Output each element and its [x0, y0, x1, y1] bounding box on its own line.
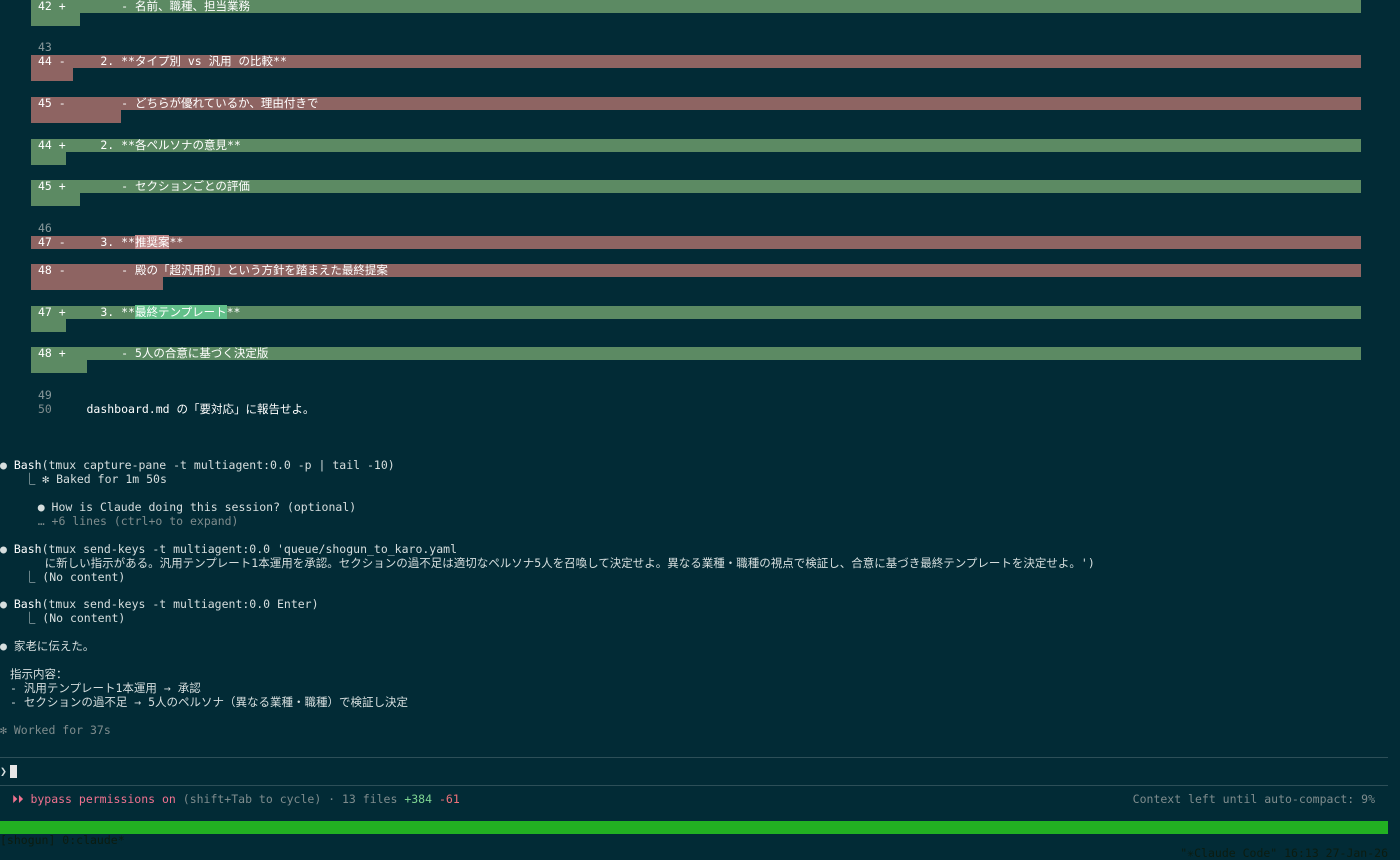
changed-word: 最終テンプレート [134, 305, 227, 319]
bullet-icon: ● [0, 458, 7, 472]
mode-label: bypass permissions on [30, 792, 176, 806]
line-text: 2. **タイプ別 vs 汎用 の比較** [65, 54, 287, 68]
prompt-marker: ❯ [0, 764, 7, 778]
tmux-status-bar: [shogun] 0:claude* "✳Claude Code" 16:13 … [0, 821, 1388, 860]
lines-added: +384 [404, 792, 433, 806]
line-text: - 殿の「超汎用的」という方針を踏まえた最終提案 [65, 263, 388, 277]
line-text: - 5人の合意に基づく決定版 [65, 346, 269, 360]
changed-word: 推奨案 [134, 235, 170, 249]
tool-name: Bash [13, 597, 42, 611]
line-text: - セクションごとの評価 [65, 179, 250, 193]
line-text: 2. **各ペルソナの意見** [65, 138, 241, 152]
tool-output: ⎿ ✻ Baked for 1m 50s [10, 472, 167, 486]
line-number: 42 + [38, 0, 66, 13]
tool-output: ● How is Claude doing this session? (opt… [10, 500, 357, 514]
line-number: 48 - [38, 263, 66, 277]
mode-hint: (shift+Tab to cycle) · 13 files [175, 792, 405, 806]
assistant-message-line: - 汎用テンプレート1本運用 → 承認 [10, 681, 201, 695]
tool-args: (tmux send-keys -t multiagent:0.0 'queue… [41, 542, 457, 556]
line-number: 49 [38, 388, 52, 402]
diff-line-removed [31, 236, 1361, 249]
bullet-icon: ● [0, 597, 7, 611]
line-number: 43 [38, 40, 52, 54]
line-text: - 名前、職種、担当業務 [65, 0, 250, 13]
line-number: 48 + [38, 346, 66, 360]
expand-hint[interactable]: … +6 lines (ctrl+o to expand) [10, 514, 239, 528]
bullet-icon: ● [0, 639, 7, 653]
line-text: dashboard.md の「要対応」に報告せよ。 [51, 402, 315, 416]
tmux-session-window[interactable]: [shogun] 0:claude* [0, 834, 125, 847]
tool-name: Bash [13, 458, 42, 472]
assistant-message: ● 家老に伝えた。 [0, 639, 95, 653]
line-number: 45 + [38, 179, 66, 193]
tmux-status-right: "✳Claude Code" 16:13 27-Jan-26 [1180, 846, 1388, 860]
line-number: 44 - [38, 54, 66, 68]
context-indicator: Context left until auto-compact: 9% [1132, 792, 1375, 806]
line-number: 44 + [38, 138, 66, 152]
tool-args: (tmux send-keys -t multiagent:0.0 Enter) [41, 597, 319, 611]
assistant-message-line: 指示内容： [10, 667, 68, 681]
assistant-message-line: - セクションの過不足 → 5人のペルソナ（異なる業種・職種）で検証し決定 [10, 695, 409, 709]
fast-forward-icon: ⏵⏵ [12, 792, 24, 806]
tool-call: ● Bash(tmux send-keys -t multiagent:0.0 … [0, 542, 457, 556]
lines-removed: -61 [438, 792, 460, 806]
tool-args: (tmux capture-pane -t multiagent:0.0 -p … [41, 458, 395, 472]
tool-output: ⎿ (No content) [10, 570, 126, 584]
line-text: - どちらが優れているか、理由付きで [65, 96, 319, 110]
divider [0, 757, 1388, 758]
tool-output: ⎿ (No content) [10, 611, 126, 625]
prompt-input[interactable] [10, 765, 17, 778]
line-number: 45 - [38, 96, 66, 110]
tool-args-continued: に新しい指示がある。汎用テンプレート1本運用を承認。セクションの過不足は適切なペ… [10, 556, 1095, 570]
tool-call: ● Bash(tmux send-keys -t multiagent:0.0 … [0, 597, 319, 611]
line-number: 50 [38, 402, 52, 416]
line-number: 47 + [38, 305, 66, 319]
line-number: 46 [38, 221, 52, 235]
tool-name: Bash [13, 542, 42, 556]
tool-call: ● Bash(tmux capture-pane -t multiagent:0… [0, 458, 395, 472]
mode-indicator[interactable]: ⏵⏵ bypass permissions on (shift+Tab to c… [12, 792, 460, 806]
line-number: 47 - [38, 235, 66, 249]
bullet-icon: ● [0, 542, 7, 556]
divider [0, 785, 1388, 786]
worked-status: ✻ Worked for 37s [0, 723, 111, 737]
